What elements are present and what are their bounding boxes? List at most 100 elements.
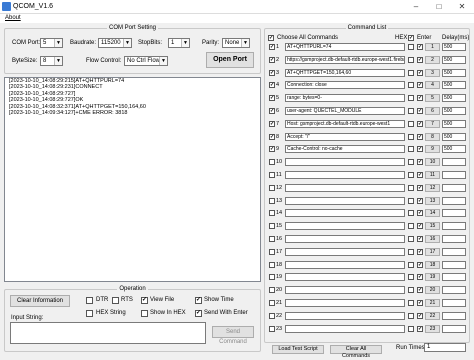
command-input[interactable]: user-agent: QUECTEL_MODULE: [285, 107, 405, 115]
command-hex-checkbox[interactable]: [408, 44, 414, 50]
command-input[interactable]: AT+QHTTPURL=74: [285, 43, 405, 51]
bytesize-select[interactable]: 8 ▼: [40, 56, 63, 66]
command-enter-checkbox[interactable]: ✓: [417, 223, 423, 230]
command-input[interactable]: [285, 273, 405, 282]
command-enter-checkbox[interactable]: ✓: [417, 287, 423, 294]
command-checkbox[interactable]: [269, 159, 275, 166]
command-input[interactable]: [285, 209, 405, 218]
command-hex-checkbox[interactable]: [408, 248, 414, 255]
command-delay-input[interactable]: [442, 183, 466, 192]
command-checkbox[interactable]: [269, 325, 275, 332]
command-send-button[interactable]: 13: [425, 196, 440, 205]
command-hex-checkbox[interactable]: [408, 95, 414, 102]
command-delay-input[interactable]: [442, 209, 466, 218]
parity-select[interactable]: None ▼: [222, 38, 250, 48]
command-hex-checkbox[interactable]: [408, 69, 414, 76]
hex-string-checkbox[interactable]: [86, 310, 93, 317]
command-hex-checkbox[interactable]: [408, 82, 414, 89]
command-enter-checkbox[interactable]: ✓: [417, 56, 423, 63]
command-input[interactable]: [285, 247, 405, 256]
command-enter-checkbox[interactable]: ✓: [417, 95, 423, 102]
rts-checkbox[interactable]: [112, 297, 119, 304]
command-delay-input[interactable]: [442, 260, 466, 269]
command-send-button[interactable]: 21: [425, 299, 440, 307]
command-enter-checkbox[interactable]: ✓: [417, 300, 423, 306]
command-delay-input[interactable]: [442, 299, 466, 307]
command-hex-checkbox[interactable]: [408, 236, 414, 242]
command-send-button[interactable]: 10: [425, 158, 440, 167]
command-input[interactable]: [285, 196, 405, 205]
input-string-field[interactable]: [10, 322, 206, 344]
command-checkbox[interactable]: ✓: [269, 146, 275, 153]
command-delay-input[interactable]: 500: [442, 132, 466, 141]
command-enter-checkbox[interactable]: ✓: [417, 172, 423, 178]
command-input[interactable]: range: bytes=0-: [285, 94, 405, 103]
command-send-button[interactable]: 12: [425, 183, 440, 192]
command-enter-checkbox[interactable]: ✓: [417, 248, 423, 255]
command-checkbox[interactable]: [269, 300, 275, 306]
command-send-button[interactable]: 22: [425, 311, 440, 320]
command-checkbox[interactable]: [269, 236, 275, 242]
command-input[interactable]: [285, 286, 405, 295]
command-send-button[interactable]: 11: [425, 171, 440, 179]
show-time-checkbox[interactable]: ✓: [195, 297, 202, 304]
command-enter-checkbox[interactable]: ✓: [417, 197, 423, 204]
command-checkbox[interactable]: ✓: [269, 44, 275, 50]
command-checkbox[interactable]: ✓: [269, 108, 275, 114]
command-send-button[interactable]: 15: [425, 222, 440, 231]
command-enter-checkbox[interactable]: ✓: [417, 108, 423, 114]
command-delay-input[interactable]: [442, 196, 466, 205]
command-input[interactable]: [285, 299, 405, 307]
minimize-button[interactable]: –: [405, 0, 427, 13]
enter-all-checkbox[interactable]: ✓: [408, 35, 414, 41]
command-delay-input[interactable]: [442, 286, 466, 295]
command-hex-checkbox[interactable]: [408, 159, 414, 166]
command-delay-input[interactable]: [442, 324, 466, 333]
command-hex-checkbox[interactable]: [408, 210, 414, 217]
command-delay-input[interactable]: [442, 311, 466, 320]
command-hex-checkbox[interactable]: [408, 261, 414, 268]
command-delay-input[interactable]: [442, 222, 466, 231]
command-send-button[interactable]: 17: [425, 247, 440, 256]
command-input[interactable]: https://gsmproject.db-default-rtdb.europ…: [285, 55, 405, 64]
show-in-hex-checkbox[interactable]: [141, 310, 148, 317]
command-enter-checkbox[interactable]: ✓: [417, 184, 423, 191]
command-send-button[interactable]: 8: [425, 132, 440, 141]
baudrate-select[interactable]: 115200 ▼: [98, 38, 132, 48]
command-input[interactable]: [285, 222, 405, 231]
command-delay-input[interactable]: [442, 273, 466, 282]
command-checkbox[interactable]: [269, 197, 275, 204]
command-hex-checkbox[interactable]: [408, 287, 414, 294]
command-hex-checkbox[interactable]: [408, 184, 414, 191]
command-delay-input[interactable]: 500: [442, 81, 466, 90]
command-delay-input[interactable]: 500: [442, 119, 466, 128]
command-enter-checkbox[interactable]: ✓: [417, 236, 423, 242]
menu-about[interactable]: About: [5, 15, 21, 21]
command-input[interactable]: [285, 158, 405, 167]
command-hex-checkbox[interactable]: [408, 133, 414, 140]
command-input[interactable]: Cache-Control: no-cache: [285, 145, 405, 154]
command-delay-input[interactable]: 500: [442, 145, 466, 154]
command-enter-checkbox[interactable]: ✓: [417, 312, 423, 319]
command-checkbox[interactable]: [269, 312, 275, 319]
command-input[interactable]: Connection: close: [285, 81, 405, 90]
command-enter-checkbox[interactable]: ✓: [417, 325, 423, 332]
command-input[interactable]: Host: gsmproject.db-default-rtdb.europe-…: [285, 119, 405, 128]
command-send-button[interactable]: 18: [425, 260, 440, 269]
maximize-button[interactable]: □: [428, 0, 450, 13]
send-with-enter-checkbox[interactable]: ✓: [195, 310, 202, 317]
command-input[interactable]: [285, 235, 405, 243]
command-checkbox[interactable]: [269, 274, 275, 281]
command-checkbox[interactable]: [269, 210, 275, 217]
command-checkbox[interactable]: [269, 287, 275, 294]
flow-control-select[interactable]: No Ctrl Flow ▼: [124, 56, 168, 66]
command-enter-checkbox[interactable]: ✓: [417, 261, 423, 268]
command-checkbox[interactable]: ✓: [269, 56, 275, 63]
command-hex-checkbox[interactable]: [408, 172, 414, 178]
command-input[interactable]: AT+QHTTPGET=150,164,60: [285, 68, 405, 77]
command-input[interactable]: [285, 324, 405, 333]
command-send-button[interactable]: 2: [425, 55, 440, 64]
command-delay-input[interactable]: 500: [442, 43, 466, 51]
command-checkbox[interactable]: [269, 261, 275, 268]
command-input[interactable]: [285, 171, 405, 179]
